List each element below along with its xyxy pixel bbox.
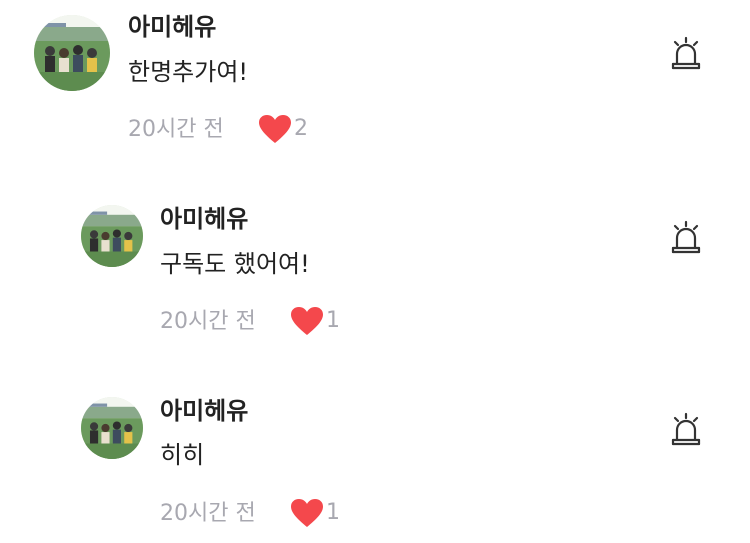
siren-icon	[671, 412, 701, 446]
comment-author[interactable]: 아미헤유	[128, 12, 216, 42]
siren-icon	[671, 36, 701, 70]
comment-author[interactable]: 아미헤유	[160, 396, 248, 426]
report-button[interactable]	[669, 220, 703, 254]
comment-author[interactable]: 아미헤유	[160, 204, 248, 234]
like-button[interactable]: 1	[290, 498, 340, 528]
comment-timestamp: 20시간 전	[160, 309, 256, 334]
like-button[interactable]: 1	[290, 306, 340, 336]
comment-text: 한명추가여!	[128, 58, 249, 86]
like-count: 1	[326, 500, 340, 525]
heart-icon	[291, 499, 323, 527]
like-button[interactable]: 2	[258, 114, 308, 144]
avatar[interactable]	[81, 397, 143, 459]
comment-timestamp: 20시간 전	[128, 117, 224, 142]
heart-icon	[291, 307, 323, 335]
siren-icon	[671, 220, 701, 254]
avatar[interactable]	[81, 205, 143, 267]
avatar[interactable]	[34, 15, 110, 91]
report-button[interactable]	[669, 36, 703, 70]
comment-text: 히히	[160, 441, 205, 469]
group-photo-avatar	[81, 397, 143, 459]
like-count: 1	[326, 308, 340, 333]
reply-item: 아미헤유 히히 20시간 전 1	[0, 382, 750, 532]
heart-icon	[259, 115, 291, 143]
like-count: 2	[294, 116, 308, 141]
group-photo-avatar	[34, 15, 110, 91]
comment-text: 구독도 했어여!	[160, 250, 310, 278]
comment-timestamp: 20시간 전	[160, 501, 256, 526]
comment-item: 아미헤유 한명추가여! 20시간 전 2	[0, 0, 750, 150]
reply-item: 아미헤유 구독도 했어여! 20시간 전 1	[0, 190, 750, 340]
group-photo-avatar	[81, 205, 143, 267]
report-button[interactable]	[669, 412, 703, 446]
comment-thread: 아미헤유 한명추가여! 20시간 전 2 아미헤유 구독도 했어여! 20시간 …	[0, 0, 750, 543]
